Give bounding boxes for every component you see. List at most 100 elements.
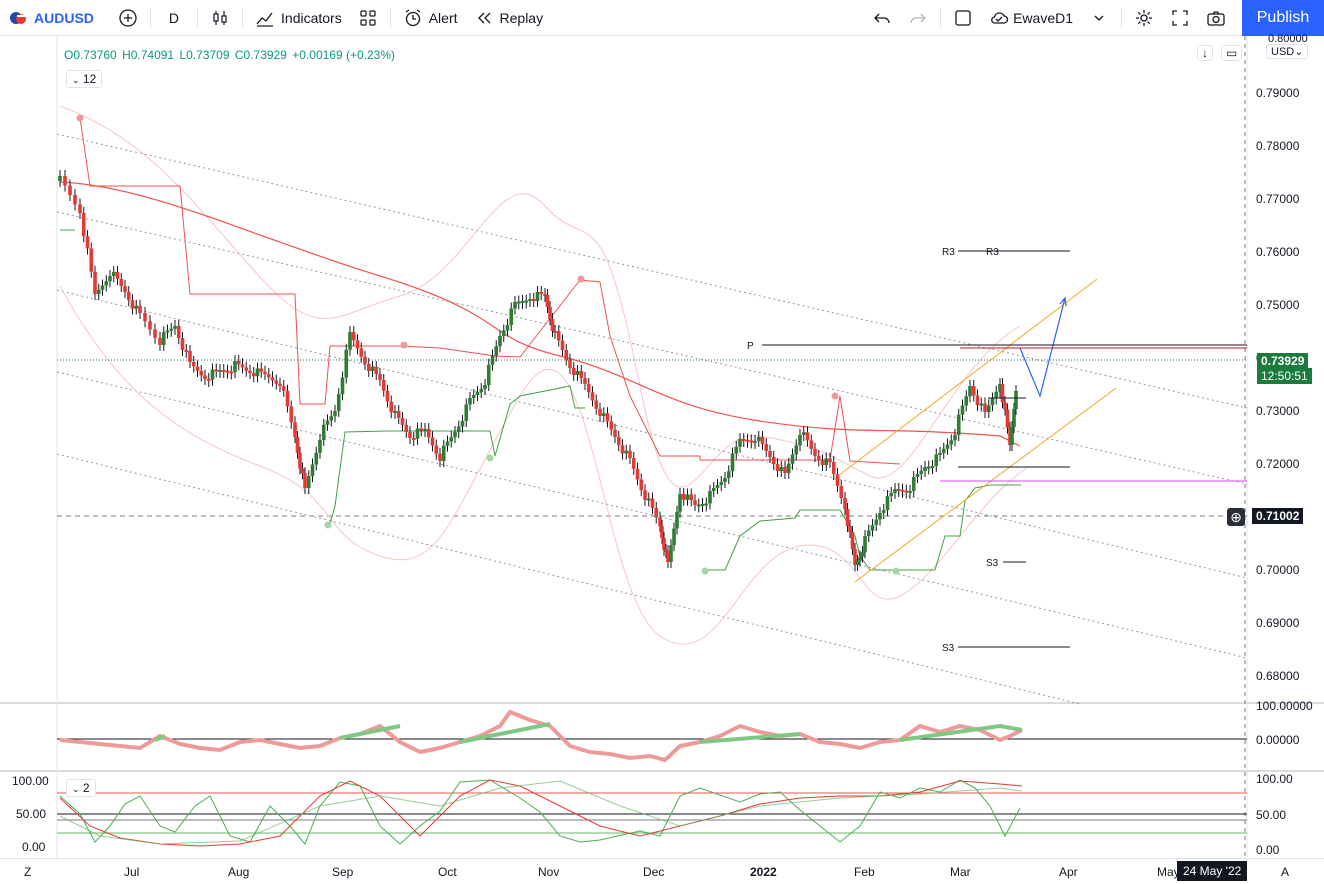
chart-type-button[interactable] — [202, 0, 238, 36]
toolbar-divider — [940, 7, 942, 28]
indicators-button[interactable]: Indicators — [247, 0, 350, 36]
time-axis[interactable]: Z Jul Aug Sep Oct Nov Dec 2022 Feb Mar A… — [0, 858, 1324, 884]
candle-body — [601, 413, 606, 416]
candle-body — [244, 367, 249, 371]
candle-body — [609, 421, 614, 430]
candle-body — [240, 364, 245, 368]
candle-body — [310, 464, 315, 477]
candle-body — [143, 313, 147, 322]
candle-body — [643, 490, 647, 500]
candle-body — [756, 437, 761, 441]
indicators-icon — [255, 8, 275, 28]
replay-button[interactable]: Replay — [466, 0, 552, 36]
candle-body — [949, 440, 954, 445]
candle-body — [960, 405, 965, 415]
candle-body — [723, 478, 727, 482]
candle-body — [468, 398, 472, 405]
channel-line — [56, 453, 1081, 705]
candle-body — [881, 510, 886, 513]
redo-button[interactable] — [900, 0, 936, 36]
candle-body — [411, 438, 416, 440]
layout-menu-button[interactable] — [1081, 0, 1117, 36]
candle-body — [575, 371, 580, 375]
settings-button[interactable] — [1126, 0, 1162, 36]
candle-body — [824, 458, 829, 465]
candle-body — [586, 384, 591, 393]
alert-button[interactable]: Alert — [395, 0, 466, 36]
compare-button[interactable] — [110, 0, 146, 36]
candle-body — [494, 346, 499, 356]
chevron-down-icon: ⌄ — [72, 75, 80, 85]
price-label: 0.75000 — [1256, 298, 1300, 312]
candle-body — [251, 373, 256, 377]
publish-button[interactable]: Publish — [1242, 0, 1324, 36]
time-label: Feb — [854, 865, 875, 879]
candle-body — [1010, 427, 1014, 445]
time-label: Nov — [538, 865, 560, 879]
candle-body — [726, 471, 731, 478]
candle-body — [336, 394, 341, 411]
candle-body — [930, 466, 935, 468]
osc2-axis-label: 100.00 — [1256, 772, 1293, 786]
time-label: Jul — [124, 865, 140, 879]
time-label: Dec — [643, 865, 665, 879]
snapshot-button[interactable] — [1198, 0, 1234, 36]
fullscreen-button[interactable] — [1162, 0, 1198, 36]
currency-selector[interactable]: USD⌄ — [1266, 44, 1309, 59]
candle-body — [158, 337, 162, 345]
s3-label: S3 — [942, 643, 955, 654]
plus-circle-icon — [118, 8, 138, 28]
candle-body — [396, 411, 401, 418]
templates-button[interactable] — [350, 0, 386, 36]
sub-indicator-collapse-button[interactable]: ⌄ 2 — [66, 779, 96, 797]
auto-scale-button[interactable]: A — [1281, 865, 1289, 879]
candle-body — [594, 400, 599, 409]
candle-body — [318, 440, 322, 453]
candle-body — [994, 391, 999, 399]
candle-body — [449, 437, 454, 442]
camera-icon — [1206, 8, 1226, 28]
candle-body — [119, 279, 124, 286]
chart-canvas[interactable]: R3 R3 P S3 S3 — [0, 36, 1324, 884]
time-label: Sep — [332, 865, 354, 879]
candle-body — [303, 473, 307, 488]
candle-body — [828, 458, 832, 462]
trend-channel — [56, 133, 1248, 705]
sub-indicator-count: 2 — [82, 781, 90, 795]
candle-body — [934, 454, 939, 466]
rewind-icon — [474, 8, 494, 28]
pane-maximize-button[interactable]: ▭ — [1221, 45, 1243, 61]
candle-body — [548, 307, 552, 319]
indicator-collapse-button[interactable]: ⌄ 12 — [66, 70, 103, 88]
candle-body — [730, 453, 735, 472]
candle-body — [173, 326, 177, 329]
replay-label: Replay — [499, 9, 544, 26]
candle-body — [248, 370, 252, 373]
candle-body — [1005, 409, 1010, 428]
candle-body — [100, 285, 105, 290]
symbol-search-button[interactable]: AUDUSD — [0, 0, 102, 36]
candle-body — [426, 429, 431, 438]
candle-body — [628, 450, 632, 458]
undo-button[interactable] — [864, 0, 900, 36]
chart-area[interactable]: R3 R3 P S3 S3 O0.73760 H0.74091 L0.73709 — [0, 33, 1324, 884]
chevron-down-icon: ⌄ — [72, 784, 80, 794]
layout-save-button[interactable]: EwaveD1 — [981, 0, 1081, 36]
candle-body — [199, 371, 204, 376]
fullscreen-layout-button[interactable] — [945, 0, 981, 36]
legend-change: +0.00169 (+0.23%) — [292, 48, 395, 62]
candle-body — [764, 444, 769, 451]
candle-body — [479, 389, 484, 392]
alert-label: Alert — [428, 9, 458, 26]
candle-body — [355, 340, 360, 349]
candle-body — [130, 300, 135, 309]
pane-down-button[interactable]: ↓ — [1197, 45, 1213, 61]
candle-body — [915, 474, 920, 477]
interval-button[interactable]: D — [155, 0, 193, 36]
candle-body — [138, 305, 142, 313]
trading-app: AUDUSD D Indicators Alert Replay EwaveD1… — [0, 0, 1324, 884]
candle-body — [893, 489, 897, 493]
timezone-button[interactable]: Z — [24, 865, 31, 879]
time-label: 2022 — [750, 865, 777, 879]
add-alert-button[interactable]: ⊕ — [1227, 508, 1245, 526]
